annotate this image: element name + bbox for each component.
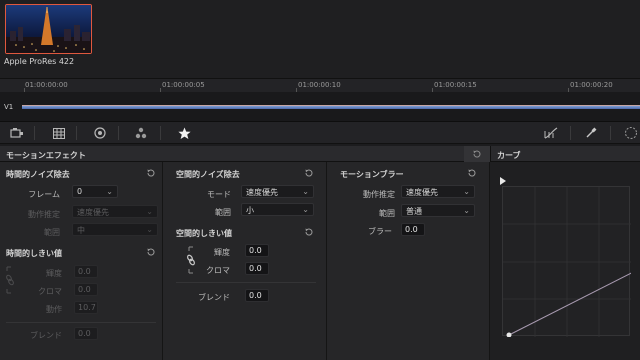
clip-thumbnail[interactable] bbox=[5, 4, 92, 54]
range-value: 小 bbox=[246, 206, 254, 215]
reset-icon[interactable] bbox=[467, 168, 477, 178]
reset-icon[interactable] bbox=[146, 168, 156, 178]
chevron-down-icon: ⌄ bbox=[463, 187, 470, 196]
panel-title: モーションエフェクト bbox=[6, 151, 86, 160]
spatial-threshold-title: 空間的しきい値 bbox=[176, 229, 232, 238]
chevron-down-icon: ⌄ bbox=[146, 207, 153, 216]
nodes-icon[interactable] bbox=[134, 126, 148, 140]
motion-est-value: 速度優先 bbox=[77, 208, 109, 217]
motion-input[interactable]: 10.7 bbox=[74, 301, 98, 314]
video-track: V1 bbox=[0, 92, 640, 122]
chevron-down-icon: ⌄ bbox=[146, 225, 153, 234]
blend-label: ブレンド bbox=[198, 293, 230, 302]
motion-est-dropdown[interactable]: 速度優先 ⌄ bbox=[72, 205, 158, 218]
clip-bar[interactable] bbox=[22, 105, 640, 109]
blend-input[interactable]: 0.0 bbox=[74, 327, 98, 340]
spatial-nr-title: 空間的ノイズ除去 bbox=[176, 170, 240, 179]
reset-icon[interactable] bbox=[304, 168, 314, 178]
motion-label: 動作 bbox=[46, 305, 62, 314]
range-dropdown[interactable]: 中 ⌄ bbox=[72, 223, 158, 236]
timecode-4: 01:00:00:20 bbox=[570, 81, 613, 89]
divider bbox=[6, 322, 156, 323]
eyedropper-icon[interactable] bbox=[584, 126, 598, 140]
mode-dropdown[interactable]: 速度優先 ⌄ bbox=[241, 185, 314, 198]
motion-effects-header: モーションエフェクト bbox=[0, 146, 490, 162]
chroma-label: クロマ bbox=[38, 287, 62, 296]
range-dropdown[interactable]: 小 ⌄ bbox=[241, 203, 314, 216]
spatial-section: 空間的ノイズ除去 モード 速度優先 ⌄ 範囲 小 ⌄ 空間的しきい値 輝度 0.… bbox=[163, 162, 327, 360]
timecode-3: 01:00:00:15 bbox=[434, 81, 477, 89]
range-dropdown[interactable]: 普通 ⌄ bbox=[401, 204, 475, 217]
luma-input[interactable]: 0.0 bbox=[74, 265, 98, 278]
timecode-1: 01:00:00:05 bbox=[162, 81, 205, 89]
chevron-down-icon: ⌄ bbox=[463, 206, 470, 215]
reset-icon[interactable] bbox=[472, 149, 482, 159]
temporal-section: 時間的ノイズ除去 フレーム 0 ⌄ 動作推定 速度優先 ⌄ 範囲 中 ⌄ 時間的… bbox=[0, 162, 163, 360]
divider bbox=[176, 282, 316, 283]
mode-value: 速度優先 bbox=[246, 188, 278, 197]
blur-label: ブラー bbox=[368, 227, 392, 236]
range-label: 範囲 bbox=[44, 228, 60, 237]
curves-title: カーブ bbox=[497, 151, 521, 160]
range-label: 範囲 bbox=[215, 208, 231, 217]
frames-value: 0 bbox=[77, 187, 83, 196]
curve-top-handle[interactable] bbox=[498, 176, 508, 186]
chroma-label: クロマ bbox=[206, 266, 230, 275]
separator bbox=[570, 126, 571, 140]
blend-input[interactable]: 0.0 bbox=[245, 289, 269, 302]
blur-input[interactable]: 0.0 bbox=[401, 223, 425, 236]
palette-toolbar bbox=[0, 122, 640, 144]
star-icon[interactable] bbox=[177, 126, 191, 140]
range-value: 普通 bbox=[406, 207, 422, 216]
timeline-ruler[interactable]: 01:00:00:00 01:00:00:05 01:00:00:10 01:0… bbox=[0, 78, 640, 93]
grid-icon[interactable] bbox=[52, 126, 66, 140]
luma-label: 輝度 bbox=[46, 269, 62, 278]
range-value: 中 bbox=[77, 226, 85, 235]
separator bbox=[34, 126, 35, 140]
chevron-down-icon: ⌄ bbox=[302, 187, 309, 196]
chroma-input[interactable]: 0.0 bbox=[245, 262, 269, 275]
link-icon[interactable] bbox=[4, 266, 16, 294]
track-label: V1 bbox=[4, 103, 14, 111]
separator bbox=[610, 126, 611, 140]
motion-est-value: 速度優先 bbox=[406, 188, 438, 197]
motion-blur-section: モーションブラー 動作推定 速度優先 ⌄ 範囲 普通 ⌄ ブラー 0.0 bbox=[327, 162, 490, 360]
range-label: 範囲 bbox=[379, 209, 395, 218]
reset-icon[interactable] bbox=[304, 227, 314, 237]
curves-header: カーブ bbox=[490, 146, 640, 162]
chroma-input[interactable]: 0.0 bbox=[74, 283, 98, 296]
frames-label: フレーム bbox=[28, 190, 60, 199]
motion-blur-title: モーションブラー bbox=[340, 170, 404, 179]
frames-dropdown[interactable]: 0 ⌄ bbox=[72, 185, 118, 198]
curve-graph[interactable] bbox=[502, 186, 631, 337]
temporal-nr-title: 時間的ノイズ除去 bbox=[6, 170, 70, 179]
curve-tool-icon[interactable] bbox=[544, 126, 558, 140]
mode-label: モード bbox=[207, 190, 231, 199]
clip-name: Apple ProRes 422 bbox=[4, 57, 75, 66]
motion-est-label: 動作推定 bbox=[363, 190, 395, 199]
separator bbox=[118, 126, 119, 140]
chevron-down-icon: ⌄ bbox=[106, 187, 113, 196]
link-icon[interactable] bbox=[185, 246, 197, 274]
curves-panel bbox=[490, 162, 640, 360]
separator bbox=[76, 126, 77, 140]
chevron-down-icon: ⌄ bbox=[302, 205, 309, 214]
luma-label: 輝度 bbox=[214, 248, 230, 257]
timecode-2: 01:00:00:10 bbox=[298, 81, 341, 89]
target-icon[interactable] bbox=[93, 126, 107, 140]
camera-icon[interactable] bbox=[10, 126, 24, 140]
luma-input[interactable]: 0.0 bbox=[245, 244, 269, 257]
timecode-0: 01:00:00:00 bbox=[25, 81, 68, 89]
reset-icon[interactable] bbox=[146, 247, 156, 257]
circle-dashed-icon[interactable] bbox=[624, 126, 638, 140]
separator bbox=[160, 126, 161, 140]
motion-est-label: 動作推定 bbox=[28, 210, 60, 219]
media-pool: Apple ProRes 422 bbox=[0, 0, 640, 78]
motion-est-dropdown[interactable]: 速度優先 ⌄ bbox=[401, 185, 475, 198]
temporal-threshold-title: 時間的しきい値 bbox=[6, 249, 62, 258]
blend-label: ブレンド bbox=[30, 331, 62, 340]
